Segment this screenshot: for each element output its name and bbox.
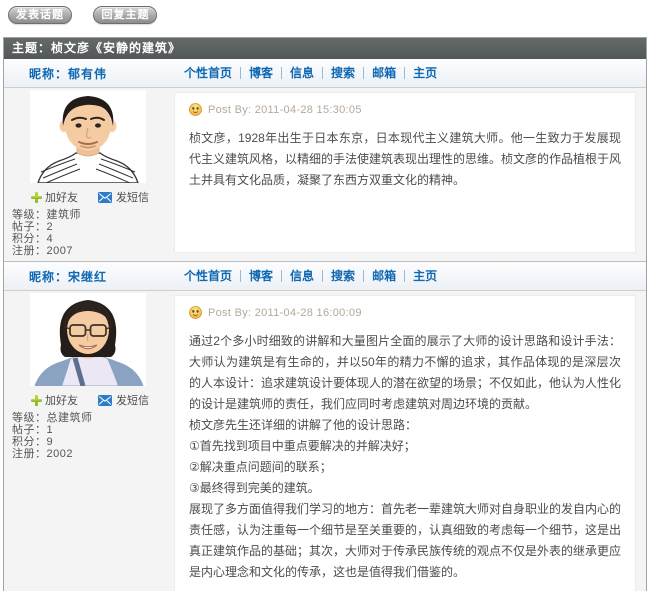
- post-1-content-box: Post By: 2011-04-28 15:30:05 桢文彦，1928年出生…: [174, 92, 636, 253]
- link-mailbox[interactable]: 邮箱: [364, 67, 405, 79]
- sidebar-actions: 加好友 发短信: [31, 392, 172, 408]
- envelope-icon: [98, 192, 112, 203]
- avatar: [30, 90, 146, 183]
- woman-portrait-illustration: [30, 293, 146, 386]
- stat-level: 等级：总建筑师: [12, 412, 172, 424]
- add-friend-link[interactable]: 加好友: [31, 189, 78, 205]
- post-2: 昵称：宋继红 个性首页 博客 信息 搜索 邮箱 主页: [4, 261, 646, 591]
- send-message-link[interactable]: 发短信: [98, 189, 149, 205]
- stat-level: 等级：建筑师: [12, 209, 172, 221]
- stat-registered: 注册：2007: [12, 245, 172, 257]
- reply-topic-button[interactable]: 回复主题: [93, 6, 157, 24]
- stat-registered: 注册：2002: [12, 448, 172, 460]
- link-info[interactable]: 信息: [282, 67, 323, 79]
- smiley-icon: [189, 103, 202, 116]
- post-2-body: 加好友 发短信 等级：总建筑师 帖子：1 积分：9 注册：2: [4, 291, 646, 591]
- link-search[interactable]: 搜索: [323, 67, 364, 79]
- post-list-item-3: ③最终得到完美的建筑。: [189, 478, 621, 499]
- stat-posts: 帖子：1: [12, 424, 172, 436]
- link-info[interactable]: 信息: [282, 270, 323, 282]
- post-text: 通过2个多小时细致的讲解和大量图片全面的展示了大师的设计思路和设计手法：大师认为…: [189, 331, 621, 583]
- add-friend-label: 加好友: [45, 392, 78, 408]
- post-list-item-1: ①首先找到项目中重点要解决的并解决好；: [189, 436, 621, 457]
- user-links: 个性首页 博客 信息 搜索 邮箱 主页: [176, 270, 445, 282]
- link-homepage[interactable]: 主页: [405, 67, 445, 79]
- post-1-header: 昵称：郁有伟 个性首页 博客 信息 搜索 邮箱 主页: [4, 59, 646, 88]
- post-paragraph: 桢文彦先生还详细的讲解了他的设计思路：: [189, 415, 621, 436]
- forum-thread-page: 发表话题 回复主题 主题：桢文彦《安静的建筑》 昵称：郁有伟 个性首页 博客 信…: [0, 0, 650, 591]
- link-search[interactable]: 搜索: [323, 270, 364, 282]
- post-1: 昵称：郁有伟 个性首页 博客 信息 搜索 邮箱 主页: [4, 59, 646, 261]
- post-meta: Post By: 2011-04-28 16:00:09: [189, 306, 621, 319]
- post-2-header: 昵称：宋继红 个性首页 博客 信息 搜索 邮箱 主页: [4, 262, 646, 291]
- nickname-label: 昵称：宋继红: [4, 268, 176, 285]
- user-links: 个性首页 博客 信息 搜索 邮箱 主页: [176, 67, 445, 79]
- post-timestamp: Post By: 2011-04-28 16:00:09: [208, 307, 362, 319]
- stat-points: 积分：4: [12, 233, 172, 245]
- post-list-item-2: ②解决重点问题间的联系；: [189, 457, 621, 478]
- thread-toolbar: 发表话题 回复主题: [0, 0, 650, 37]
- add-friend-link[interactable]: 加好友: [31, 392, 78, 408]
- send-message-link[interactable]: 发短信: [98, 392, 149, 408]
- stat-posts: 帖子：2: [12, 221, 172, 233]
- link-homepage[interactable]: 主页: [405, 270, 445, 282]
- post-paragraph: 通过2个多小时细致的讲解和大量图片全面的展示了大师的设计思路和设计手法：大师认为…: [189, 331, 621, 415]
- link-mailbox[interactable]: 邮箱: [364, 270, 405, 282]
- envelope-icon: [98, 395, 112, 406]
- avatar: [30, 293, 146, 386]
- post-1-body: 加好友 发短信 等级：建筑师 帖子：2 积分：4 注册：20: [4, 88, 646, 261]
- send-message-label: 发短信: [116, 392, 149, 408]
- post-paragraph: 展现了多方面值得我们学习的地方：首先老一辈建筑大师对自身职业的发自内心的责任感，…: [189, 499, 621, 583]
- post-paragraph: 桢文彦，1928年出生于日本东京，日本现代主义建筑大师。他一生致力于发展现代主义…: [189, 128, 621, 191]
- plus-icon: [31, 192, 42, 203]
- post-timestamp: Post By: 2011-04-28 15:30:05: [208, 104, 362, 116]
- user-stats: 等级：总建筑师 帖子：1 积分：9 注册：2002: [12, 412, 172, 460]
- plus-icon: [31, 395, 42, 406]
- user-sidebar: 加好友 发短信 等级：建筑师 帖子：2 积分：4 注册：20: [4, 88, 172, 261]
- post-meta: Post By: 2011-04-28 15:30:05: [189, 103, 621, 116]
- post-2-content-box: Post By: 2011-04-28 16:00:09 通过2个多小时细致的讲…: [174, 295, 636, 591]
- thread-title-bar: 主题：桢文彦《安静的建筑》: [4, 38, 646, 59]
- link-personal-home[interactable]: 个性首页: [176, 270, 241, 282]
- nickname-label: 昵称：郁有伟: [4, 65, 176, 82]
- man-portrait-illustration: [30, 90, 146, 183]
- thread-container: 主题：桢文彦《安静的建筑》 昵称：郁有伟 个性首页 博客 信息 搜索 邮箱 主页: [3, 37, 647, 591]
- send-message-label: 发短信: [116, 189, 149, 205]
- post-text: 桢文彦，1928年出生于日本东京，日本现代主义建筑大师。他一生致力于发展现代主义…: [189, 128, 621, 191]
- user-sidebar: 加好友 发短信 等级：总建筑师 帖子：1 积分：9 注册：2: [4, 291, 172, 591]
- smiley-icon: [189, 306, 202, 319]
- stat-points: 积分：9: [12, 436, 172, 448]
- add-friend-label: 加好友: [45, 189, 78, 205]
- user-stats: 等级：建筑师 帖子：2 积分：4 注册：2007: [12, 209, 172, 257]
- sidebar-actions: 加好友 发短信: [31, 189, 172, 205]
- link-blog[interactable]: 博客: [241, 270, 282, 282]
- link-personal-home[interactable]: 个性首页: [176, 67, 241, 79]
- post-topic-button[interactable]: 发表话题: [8, 6, 72, 24]
- link-blog[interactable]: 博客: [241, 67, 282, 79]
